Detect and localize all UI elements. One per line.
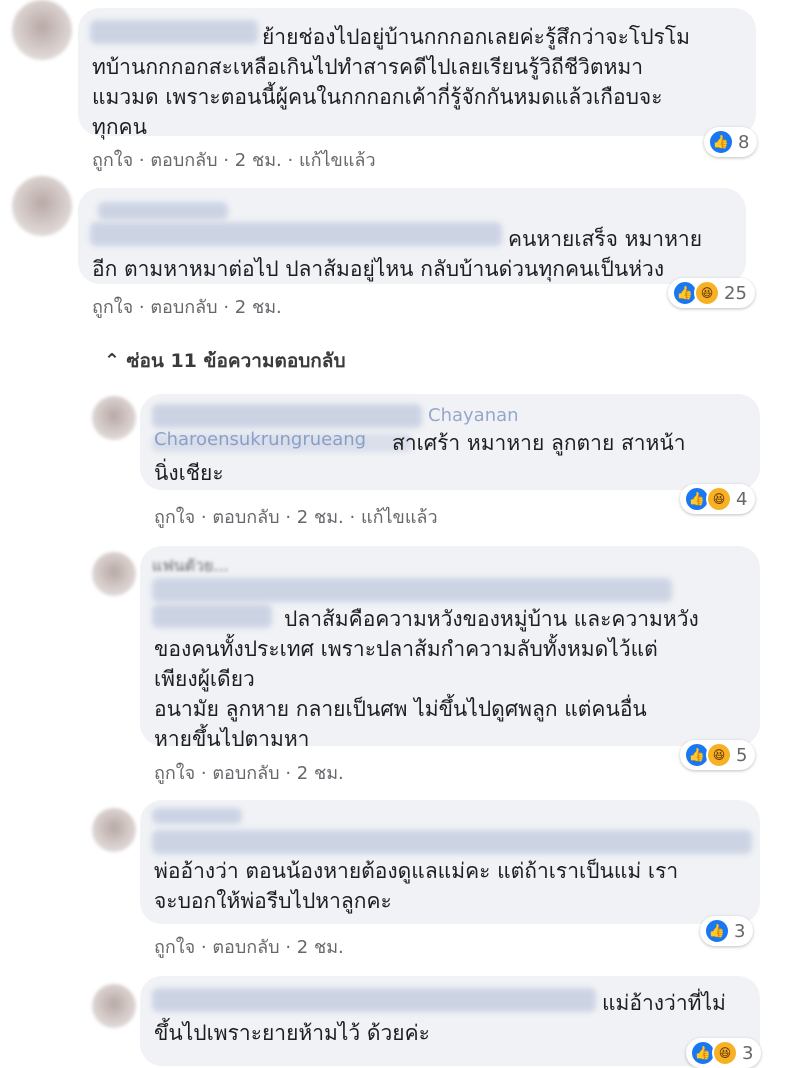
laughing-face-icon: 😆 bbox=[706, 742, 732, 768]
laughing-face-icon: 😆 bbox=[694, 280, 720, 306]
like-link[interactable]: ถูกใจ bbox=[154, 763, 195, 784]
commenter-name-redacted[interactable] bbox=[98, 202, 228, 220]
laughing-face-icon: 😆 bbox=[712, 1040, 738, 1066]
like-link[interactable]: ถูกใจ bbox=[154, 937, 195, 958]
reply-actions: ถูกใจ · ตอบกลับ · 2 ชม. bbox=[154, 758, 344, 787]
avatar[interactable] bbox=[92, 984, 136, 1028]
reply-text: แม่อ้างว่าที่ไม่ ขึ้นไปเพราะยายห้ามไว้ ด… bbox=[154, 991, 726, 1045]
avatar[interactable] bbox=[12, 0, 72, 60]
reaction-count: 3 bbox=[734, 920, 746, 942]
separator: · bbox=[287, 150, 299, 171]
commenter-name-redacted[interactable] bbox=[152, 808, 242, 824]
thumbs-up-icon: 👍 bbox=[704, 918, 730, 944]
timestamp[interactable]: 2 ชม. bbox=[297, 763, 344, 784]
avatar[interactable] bbox=[92, 808, 136, 852]
avatar[interactable] bbox=[12, 176, 72, 236]
comment-bubble: คนหายเสร็จ หมาหาย อีก ตามหาหมาต่อไป ปลาส… bbox=[78, 188, 746, 284]
like-link[interactable]: ถูกใจ bbox=[92, 297, 133, 318]
separator: · bbox=[285, 937, 297, 958]
thumbs-up-icon: 👍 bbox=[708, 129, 734, 155]
reaction-summary[interactable]: 👍 8 bbox=[704, 127, 758, 157]
reply-link[interactable]: ตอบกลับ bbox=[212, 763, 279, 784]
fan-badge: แฟนตัวย... bbox=[152, 556, 229, 575]
reply-text: พ่ออ้างว่า ตอนน้องหายต้องดูแลแม่คะ แต่ถ้… bbox=[154, 859, 679, 913]
timestamp[interactable]: 2 ชม. bbox=[235, 150, 282, 171]
reaction-count: 3 bbox=[742, 1042, 754, 1064]
separator: · bbox=[200, 763, 213, 784]
timestamp[interactable]: 2 ชม. bbox=[297, 937, 344, 958]
reaction-count: 25 bbox=[724, 282, 747, 304]
reaction-count: 4 bbox=[736, 488, 748, 510]
reply-text: ปลาส้มคือความหวังของหมู่บ้าน และความหวัง… bbox=[154, 607, 699, 751]
comment-text: ย้ายช่องไปอยู่บ้านกกกอกเลยค่ะรู้สึกว่าจะ… bbox=[92, 25, 690, 139]
laughing-face-icon: 😆 bbox=[706, 486, 732, 512]
reaction-summary[interactable]: 👍 😆 5 bbox=[680, 740, 756, 770]
comment-text: คนหายเสร็จ หมาหาย อีก ตามหาหมาต่อไป ปลาส… bbox=[92, 227, 703, 281]
reply-actions: ถูกใจ · ตอบกลับ · 2 ชม. bbox=[154, 932, 344, 961]
commenter-name-redacted[interactable] bbox=[152, 578, 672, 602]
like-link[interactable]: ถูกใจ bbox=[154, 507, 195, 528]
reply-link[interactable]: ตอบกลับ bbox=[150, 297, 217, 318]
comment-actions: ถูกใจ · ตอบกลับ · 2 ชม. bbox=[92, 292, 282, 321]
commenter-name-redacted[interactable] bbox=[152, 830, 752, 854]
separator: · bbox=[200, 507, 213, 528]
reaction-count: 5 bbox=[736, 744, 748, 766]
like-link[interactable]: ถูกใจ bbox=[92, 150, 133, 171]
separator: · bbox=[223, 150, 235, 171]
separator: · bbox=[138, 150, 151, 171]
reply-text: สาเศร้า หมาหาย ลูกตาย สาหน้า นิ่งเชียะ bbox=[154, 431, 686, 485]
reaction-count: 8 bbox=[738, 131, 750, 153]
reply-bubble: Chayanan Charoensukrungrueang สาเศร้า หม… bbox=[140, 394, 760, 490]
reaction-summary[interactable]: 👍 😆 4 bbox=[680, 484, 756, 514]
avatar[interactable] bbox=[92, 396, 136, 440]
reaction-summary[interactable]: 👍 😆 25 bbox=[668, 278, 755, 308]
reply-actions: ถูกใจ · ตอบกลับ · 2 ชม. · แก้ไขแล้ว bbox=[154, 502, 438, 531]
reply-link[interactable]: ตอบกลับ bbox=[212, 507, 279, 528]
hide-replies-toggle[interactable]: ⌃ ซ่อน 11 ข้อความตอบกลับ bbox=[104, 346, 346, 376]
separator: · bbox=[223, 297, 235, 318]
avatar[interactable] bbox=[92, 552, 136, 596]
reaction-summary[interactable]: 👍 😆 3 bbox=[686, 1038, 762, 1068]
reply-link[interactable]: ตอบกลับ bbox=[150, 150, 217, 171]
chevron-up-icon: ⌃ bbox=[104, 350, 120, 372]
separator: · bbox=[285, 507, 297, 528]
reaction-summary[interactable]: 👍 3 bbox=[700, 916, 754, 946]
reply-bubble: แฟนตัวย... ปลาส้มคือความหวังของหมู่บ้าน … bbox=[140, 546, 760, 751]
comment-actions: ถูกใจ · ตอบกลับ · 2 ชม. · แก้ไขแล้ว bbox=[92, 145, 376, 174]
comment-bubble: ย้ายช่องไปอยู่บ้านกกกอกเลยค่ะรู้สึกว่าจะ… bbox=[78, 8, 756, 139]
separator: · bbox=[285, 763, 297, 784]
separator: · bbox=[138, 297, 151, 318]
separator: · bbox=[349, 507, 361, 528]
timestamp[interactable]: 2 ชม. bbox=[297, 507, 344, 528]
reply-bubble: แม่อ้างว่าที่ไม่ ขึ้นไปเพราะยายห้ามไว้ ด… bbox=[140, 976, 760, 1066]
reply-link[interactable]: ตอบกลับ bbox=[212, 937, 279, 958]
edited-label[interactable]: แก้ไขแล้ว bbox=[299, 150, 376, 171]
reply-bubble: พ่ออ้างว่า ตอนน้องหายต้องดูแลแม่คะ แต่ถ้… bbox=[140, 800, 760, 924]
hide-replies-label: ซ่อน 11 ข้อความตอบกลับ bbox=[126, 350, 346, 372]
separator: · bbox=[200, 937, 213, 958]
edited-label[interactable]: แก้ไขแล้ว bbox=[361, 507, 438, 528]
timestamp[interactable]: 2 ชม. bbox=[235, 297, 282, 318]
